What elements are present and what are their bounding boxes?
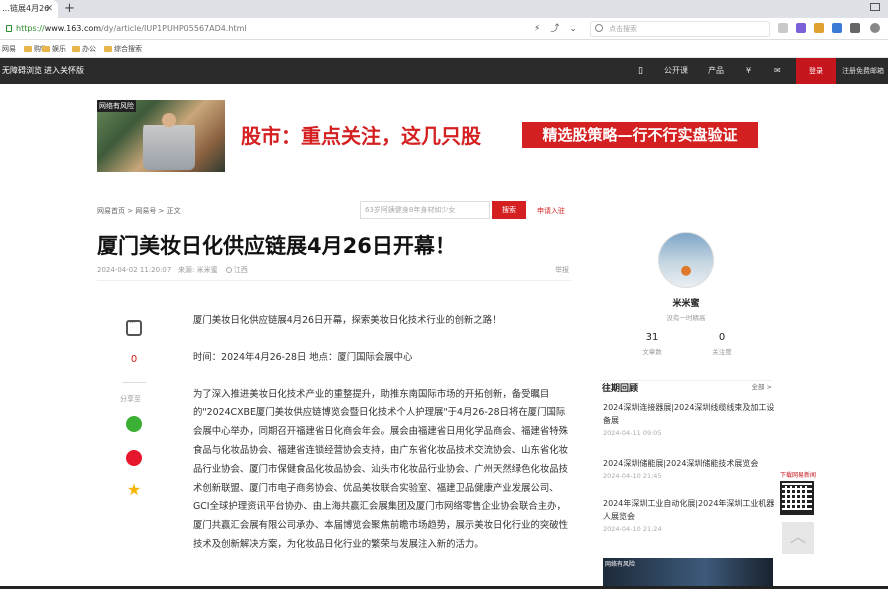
share-icon[interactable]: ⤴ bbox=[550, 24, 559, 34]
avatar[interactable] bbox=[658, 232, 714, 288]
ad-thumbnail[interactable]: 网络有风险 bbox=[603, 558, 773, 589]
window-restore-icon[interactable] bbox=[870, 3, 880, 11]
tab-title: …链展4月26 bbox=[2, 4, 50, 13]
article-paragraph: 厦门美妆日化供应链展4月26日开幕，探索美妆日化技术行业的创新之路！ bbox=[193, 315, 502, 326]
profile-icon[interactable] bbox=[870, 23, 880, 33]
mail-icon[interactable]: ✉ bbox=[774, 58, 781, 84]
money-icon[interactable]: ¥ bbox=[746, 58, 751, 84]
article-paragraph: 时间：2024年4月26-28日 地点：厦门国际会展中心 bbox=[193, 351, 413, 363]
address-actions: ⚡ ⤴ ⌄ bbox=[534, 22, 587, 36]
stat-articles: 31 文章数 bbox=[642, 332, 662, 356]
article-title: 厦门美妆日化供应链展4月26日开幕！ bbox=[97, 234, 456, 258]
bolt-icon[interactable]: ⚡ bbox=[534, 24, 540, 34]
back-to-top-button[interactable]: ︿ bbox=[782, 522, 814, 554]
wechat-icon[interactable] bbox=[126, 416, 142, 432]
article-body: 厦门美妆日化供应链展4月26日开幕，探索美妆日化技术行业的创新之路！ 时间：20… bbox=[193, 312, 573, 573]
site-search-button[interactable]: 搜索 bbox=[492, 201, 526, 219]
puzzle-icon[interactable] bbox=[850, 23, 860, 33]
lock-icon bbox=[6, 25, 12, 32]
folder-icon bbox=[104, 46, 112, 52]
qr-download[interactable]: 下载网易新闻 bbox=[780, 470, 817, 515]
star-icon[interactable]: ★ bbox=[126, 482, 142, 498]
open-class-link[interactable]: 公开课 bbox=[664, 58, 688, 84]
search-icon bbox=[595, 24, 603, 32]
game-icon[interactable] bbox=[814, 23, 824, 33]
author-stats: 31 文章数 0 关注度 bbox=[600, 332, 772, 362]
banner-photo: 网络有风险 bbox=[97, 100, 225, 172]
weibo-icon[interactable] bbox=[126, 450, 142, 466]
bookmark-item[interactable]: 综合搜索 bbox=[104, 40, 142, 58]
url-host: www.163.com bbox=[44, 24, 102, 33]
location-icon bbox=[225, 267, 232, 273]
folder-icon bbox=[24, 46, 32, 52]
register-link[interactable]: 注册免费邮箱 bbox=[842, 58, 884, 84]
bookmark-item[interactable]: 办公 bbox=[72, 40, 96, 58]
close-icon[interactable]: ✕ bbox=[45, 0, 53, 18]
list-item[interactable]: 2024深圳连接器展|2024深圳线缆线束及加工设备展 2024-04-11 0… bbox=[603, 401, 775, 437]
care-mode-link[interactable]: 进入关怀版 bbox=[44, 58, 84, 84]
stat-followers: 0 关注度 bbox=[712, 332, 732, 356]
chevron-down-icon[interactable]: ⌄ bbox=[569, 24, 577, 34]
grid-icon[interactable] bbox=[832, 23, 842, 33]
new-tab-button[interactable]: + bbox=[64, 0, 75, 18]
breadcrumb-current: 正文 bbox=[166, 207, 181, 215]
past-articles-title: 往期回顾 bbox=[602, 384, 639, 394]
article-paragraph: 为了深入推进美妆日化技术产业的重整提升，助推东南国际市场的开拓创新，备受瞩目的"… bbox=[193, 388, 569, 550]
divider bbox=[97, 280, 571, 281]
list-item[interactable]: 2024深圳储能展|2024深圳储能技术展览会 2024-04-10 21:45 bbox=[603, 457, 775, 480]
breadcrumb-section[interactable]: 网易号 bbox=[135, 207, 156, 215]
share-label: 分享至 bbox=[120, 395, 141, 403]
bookmark-item[interactable]: 网易 bbox=[2, 40, 16, 58]
browser-search-input[interactable]: 点击搜索 bbox=[590, 21, 770, 37]
article-meta: 2024-04-02 11:20:07 来源: 米米蜜 江西 bbox=[97, 265, 248, 275]
divider bbox=[122, 382, 146, 383]
login-button[interactable]: 登录 bbox=[796, 58, 836, 84]
author-card: 米米蜜 没有一时精高 31 文章数 0 关注度 bbox=[600, 232, 772, 356]
browser-tab[interactable]: …链展4月26 ✕ bbox=[0, 0, 58, 18]
site-search-input[interactable]: 63岁阿姨健身8年身材如少女 bbox=[360, 201, 490, 219]
banner-stamp: 网络有风险 bbox=[97, 100, 136, 112]
extension-icon[interactable] bbox=[796, 23, 806, 33]
apply-link[interactable]: 申请入驻 bbox=[537, 206, 565, 216]
scissors-icon[interactable] bbox=[778, 23, 788, 33]
report-link[interactable]: 举报 bbox=[555, 265, 569, 275]
browser-search-placeholder: 点击搜索 bbox=[609, 25, 637, 33]
article-datetime: 2024-04-02 11:20:07 bbox=[97, 266, 172, 274]
tab-bar: …链展4月26 ✕ + bbox=[0, 0, 888, 18]
author-name[interactable]: 米米蜜 bbox=[600, 296, 772, 309]
qr-code-icon bbox=[780, 481, 814, 515]
url-path: /dy/article/IUP1PUHP05567AD4.html bbox=[101, 24, 247, 33]
address-bar: https://www.163.com/dy/article/IUP1PUHP0… bbox=[0, 18, 888, 40]
article-source[interactable]: 米米蜜 bbox=[197, 266, 218, 274]
banner-person-image bbox=[143, 106, 195, 170]
url-scheme: https:// bbox=[16, 24, 45, 33]
thumb-caption: 网络有风险 bbox=[605, 561, 636, 568]
bookmark-item[interactable]: 娱乐 bbox=[42, 40, 66, 58]
author-subtitle: 没有一时精高 bbox=[666, 314, 706, 322]
article-location: 江西 bbox=[233, 266, 248, 274]
mobile-icon[interactable]: ▯ bbox=[638, 58, 643, 84]
site-top-nav: 无障碍浏览 进入关怀版 ▯ 公开课 产品 ¥ ✉ 登录 注册免费邮箱 bbox=[0, 58, 888, 84]
banner-badge: 精选股策略—行不行实盘验证 bbox=[522, 122, 758, 148]
breadcrumb-home[interactable]: 网易首页 bbox=[97, 207, 125, 215]
banner-ad[interactable]: 网络有风险 股市：重点关注，这几只股 精选股策略—行不行实盘验证 bbox=[97, 100, 760, 172]
comment-icon[interactable] bbox=[126, 318, 142, 336]
comment-count[interactable]: 0 bbox=[122, 354, 146, 365]
breadcrumb: 网易首页 > 网易号 > 正文 bbox=[97, 207, 181, 215]
products-link[interactable]: 产品 bbox=[708, 58, 724, 84]
bookmarks-bar: 网易 购物 娱乐 办公 综合搜索 bbox=[0, 40, 888, 58]
folder-icon bbox=[42, 46, 50, 52]
list-item[interactable]: 2024年深圳工业自动化展|2024年深圳工业机器人展览会 2024-04-10… bbox=[603, 497, 775, 533]
banner-headline: 股市：重点关注，这几只股 bbox=[241, 124, 481, 148]
accessibility-link[interactable]: 无障碍浏览 bbox=[2, 58, 42, 84]
view-all-link[interactable]: 全部 > bbox=[751, 381, 772, 391]
browser-chrome: …链展4月26 ✕ + https://www.163.com/dy/artic… bbox=[0, 0, 888, 58]
url-field[interactable]: https://www.163.com/dy/article/IUP1PUHP0… bbox=[0, 22, 582, 36]
folder-icon bbox=[72, 46, 80, 52]
qr-caption: 下载网易新闻 bbox=[780, 472, 817, 479]
past-articles-header: 往期回顾 全部 > bbox=[600, 380, 772, 394]
source-label: 来源: bbox=[178, 266, 195, 274]
